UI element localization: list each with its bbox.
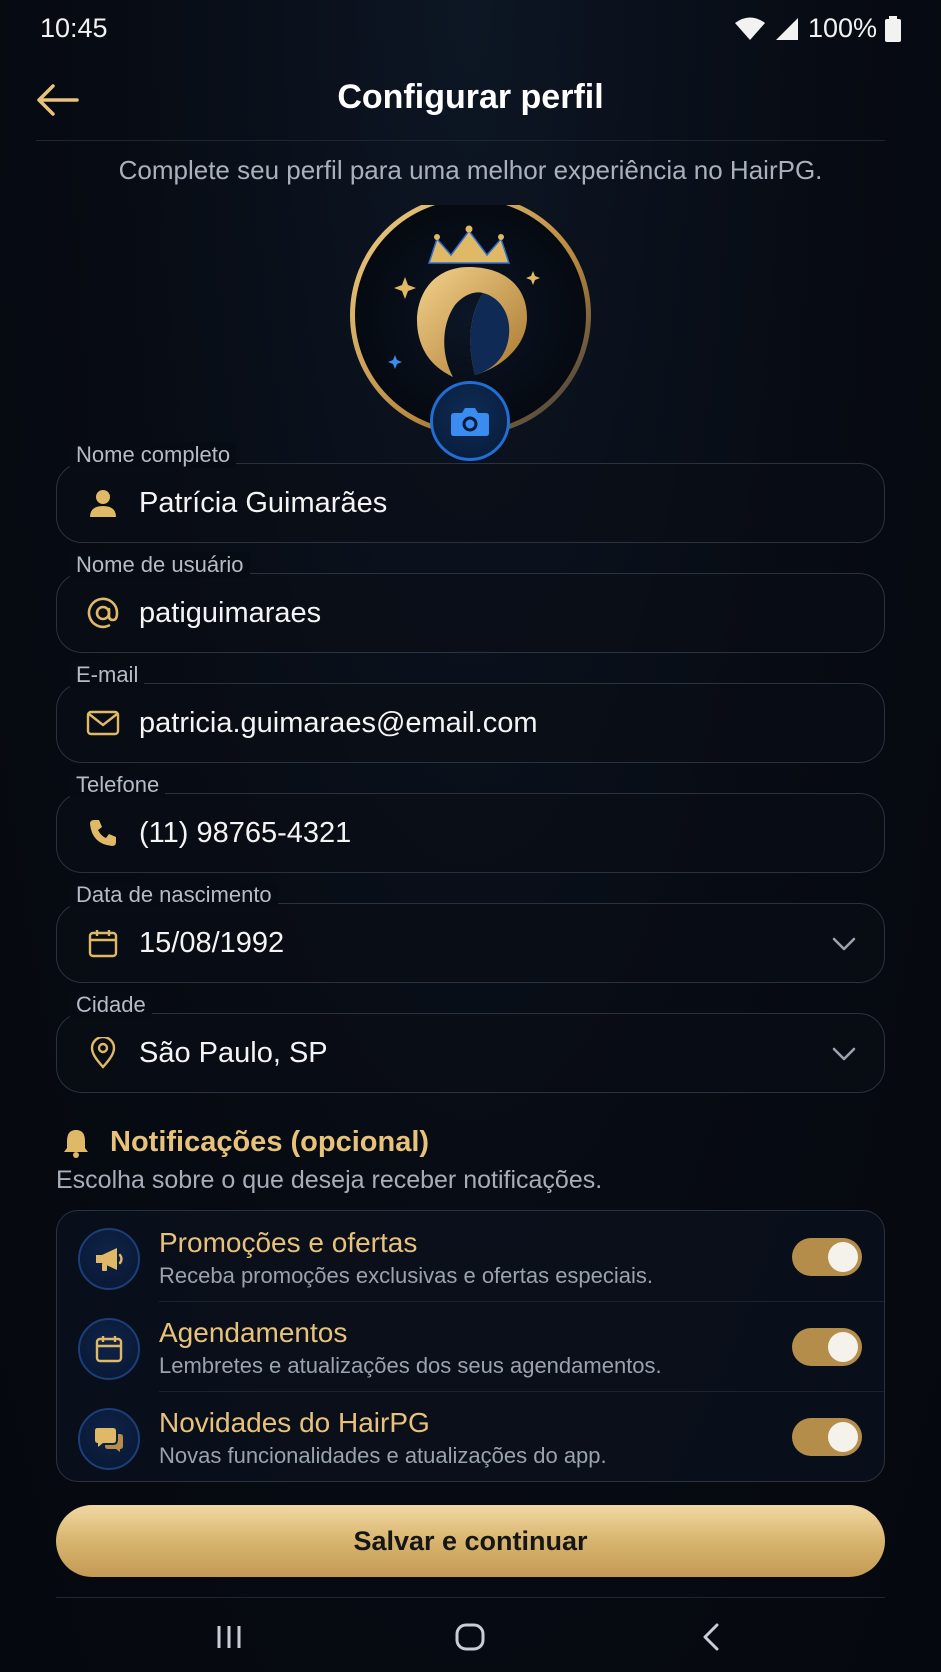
- notification-description: Lembretes e atualizações dos seus agenda…: [159, 1353, 662, 1378]
- phone-value: (11) 98765-4321: [139, 816, 352, 849]
- notifications-header: Notificações (opcional): [60, 1126, 429, 1159]
- person-icon: [83, 488, 123, 518]
- notifications-card: Promoções e ofertas Receba promoções exc…: [56, 1210, 885, 1482]
- location-pin-icon: [83, 1037, 123, 1069]
- chevron-left-icon: [703, 1623, 719, 1651]
- city-label: Cidade: [70, 992, 152, 1018]
- header-divider: [36, 140, 885, 141]
- page-title: Configurar perfil: [337, 78, 604, 116]
- calendar-icon: [78, 1318, 140, 1380]
- full-name-value: Patrícia Guimarães: [139, 486, 388, 519]
- chevron-down-icon: [832, 1047, 856, 1061]
- appointments-toggle[interactable]: [792, 1328, 862, 1366]
- notifications-subtitle: Escolha sobre o que deseja receber notif…: [56, 1166, 603, 1194]
- notification-description: Receba promoções exclusivas e ofertas es…: [159, 1263, 654, 1288]
- camera-icon: [451, 408, 489, 436]
- toggle-knob: [828, 1242, 858, 1272]
- mail-icon: [83, 710, 123, 736]
- full-name-field[interactable]: Patrícia Guimarães: [56, 463, 885, 543]
- home-icon: [455, 1623, 485, 1651]
- calendar-icon: [83, 928, 123, 958]
- city-value: São Paulo, SP: [139, 1036, 328, 1069]
- battery-icon: [885, 15, 901, 42]
- battery-percent: 100%: [807, 13, 877, 43]
- megaphone-icon: [78, 1228, 140, 1290]
- status-icons: 100%: [734, 13, 901, 44]
- birthdate-value: 15/08/1992: [139, 926, 285, 959]
- promotions-toggle[interactable]: [792, 1238, 862, 1276]
- recent-apps-icon: [217, 1626, 241, 1648]
- toggle-knob: [828, 1332, 858, 1362]
- system-back-button[interactable]: [671, 1615, 751, 1659]
- wifi-icon: [734, 17, 765, 40]
- notification-title: Novidades do HairPG: [159, 1407, 430, 1438]
- notification-title: Agendamentos: [159, 1317, 348, 1348]
- email-label: E-mail: [70, 662, 145, 688]
- notification-row-promotions: Promoções e ofertas Receba promoções exc…: [57, 1211, 884, 1301]
- change-photo-button[interactable]: [430, 381, 510, 461]
- notification-row-news: Novidades do HairPG Novas funcionalidade…: [57, 1391, 884, 1481]
- username-label: Nome de usuário: [70, 552, 250, 578]
- toggle-knob: [828, 1422, 858, 1452]
- phone-label: Telefone: [70, 772, 166, 798]
- status-time: 10:45: [40, 13, 108, 43]
- username-field[interactable]: patiguimaraes: [56, 573, 885, 653]
- full-name-label: Nome completo: [70, 442, 237, 468]
- birthdate-field[interactable]: 15/08/1992: [56, 903, 885, 983]
- notification-title: Promoções e ofertas: [159, 1227, 418, 1258]
- save-and-continue-button[interactable]: Salvar e continuar: [56, 1505, 885, 1577]
- notification-row-appointments: Agendamentos Lembretes e atualizações do…: [57, 1301, 884, 1391]
- bottom-divider: [56, 1597, 885, 1598]
- home-button[interactable]: [430, 1615, 510, 1659]
- news-toggle[interactable]: [792, 1418, 862, 1456]
- phone-field[interactable]: (11) 98765-4321: [56, 793, 885, 873]
- phone-icon: [83, 818, 123, 848]
- chevron-down-icon: [832, 937, 856, 951]
- username-value: patiguimaraes: [139, 596, 322, 629]
- recent-apps-button[interactable]: [189, 1615, 269, 1659]
- birthdate-label: Data de nascimento: [70, 882, 278, 908]
- email-field[interactable]: patricia.guimaraes@email.com: [56, 683, 885, 763]
- notifications-title: Notificações (opcional): [110, 1126, 430, 1158]
- chat-bubbles-icon: [78, 1408, 140, 1470]
- city-field[interactable]: São Paulo, SP: [56, 1013, 885, 1093]
- bell-icon: [64, 1129, 88, 1158]
- email-value: patricia.guimaraes@email.com: [139, 706, 538, 739]
- page-subtitle: Complete seu perfil para uma melhor expe…: [118, 155, 823, 185]
- at-icon: [83, 597, 123, 629]
- cell-signal-icon: [775, 17, 798, 40]
- notification-description: Novas funcionalidades e atualizações do …: [159, 1443, 607, 1468]
